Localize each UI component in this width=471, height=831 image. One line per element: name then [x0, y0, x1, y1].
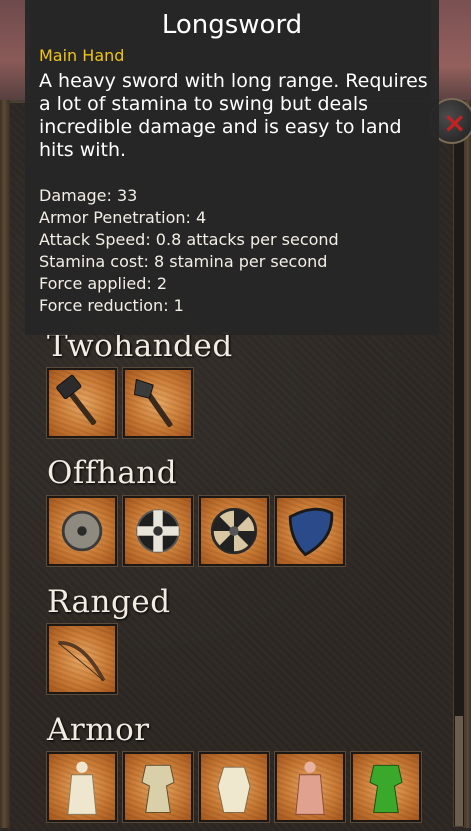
- scrollbar[interactable]: [453, 125, 465, 827]
- stat-attack-speed: Attack Speed: 0.8 attacks per second: [39, 230, 339, 249]
- twohanded-row: [46, 367, 194, 439]
- stat-armor-penetration: Armor Penetration: 4: [39, 208, 207, 227]
- section-title-armor: Armor: [47, 712, 150, 748]
- armor-row: [46, 751, 422, 823]
- ranged-row: [46, 623, 118, 695]
- item-tooltip: Longsword Main Hand A heavy sword with l…: [25, 0, 439, 335]
- tooltip-slot-label: Main Hand: [39, 46, 125, 65]
- striped-shield-icon[interactable]: [198, 495, 270, 567]
- round-wooden-shield-icon[interactable]: [46, 495, 118, 567]
- cross-shield-icon[interactable]: [122, 495, 194, 567]
- close-icon: ×: [443, 106, 467, 139]
- axe-icon[interactable]: [122, 367, 194, 439]
- offhand-row: [46, 495, 346, 567]
- stat-force-applied: Force applied: 2: [39, 274, 168, 293]
- tooltip-title: Longsword: [161, 10, 303, 40]
- light-armor-icon[interactable]: [122, 751, 194, 823]
- bow-icon[interactable]: [46, 623, 118, 695]
- red-robe-armor-icon[interactable]: [274, 751, 346, 823]
- tooltip-description: A heavy sword with long range. Requires …: [39, 70, 428, 161]
- section-title-offhand: Offhand: [47, 455, 178, 491]
- white-robe-armor-icon[interactable]: [46, 751, 118, 823]
- stat-stamina-cost: Stamina cost: 8 stamina per second: [39, 252, 328, 271]
- stat-damage: Damage: 33: [39, 186, 138, 205]
- panel-frame-left: [0, 100, 10, 828]
- plate-armor-icon[interactable]: [198, 751, 270, 823]
- hammer-icon[interactable]: [46, 367, 118, 439]
- section-title-ranged: Ranged: [47, 584, 171, 620]
- scrollbar-thumb[interactable]: [455, 716, 463, 826]
- blue-heater-shield-icon[interactable]: [274, 495, 346, 567]
- tooltip-stats: Damage: 33 Armor Penetration: 4 Attack S…: [39, 185, 429, 317]
- green-armor-icon[interactable]: [350, 751, 422, 823]
- stat-force-reduction: Force reduction: 1: [39, 296, 184, 315]
